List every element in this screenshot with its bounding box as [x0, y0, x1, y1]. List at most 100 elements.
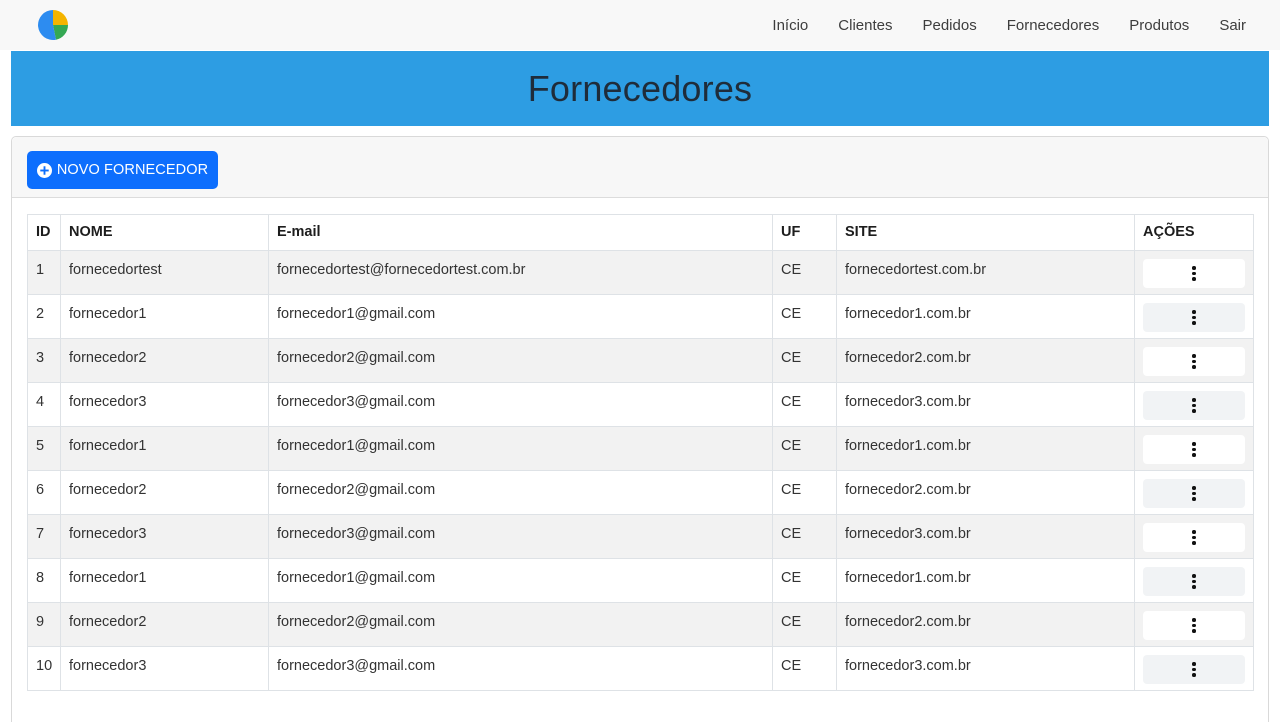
cell-id: 8 — [27, 558, 61, 603]
col-header-id[interactable]: ID — [27, 214, 61, 251]
nav-links: Início Clientes Pedidos Fornecedores Pro… — [772, 17, 1246, 34]
cell-actions — [1134, 426, 1254, 471]
row-actions-button[interactable] — [1143, 523, 1245, 552]
row-actions-button[interactable] — [1143, 655, 1245, 684]
cell-id: 7 — [27, 514, 61, 559]
cell-nome: fornecedor2 — [60, 338, 269, 383]
cell-actions — [1134, 294, 1254, 339]
card-header: NOVO FORNECEDOR — [12, 137, 1268, 198]
row-actions-button[interactable] — [1143, 391, 1245, 420]
cell-email: fornecedor1@gmail.com — [268, 426, 773, 471]
cell-email: fornecedor1@gmail.com — [268, 294, 773, 339]
cell-actions — [1134, 470, 1254, 515]
cell-id: 5 — [27, 426, 61, 471]
new-supplier-label: NOVO FORNECEDOR — [56, 162, 209, 178]
cell-actions — [1134, 558, 1254, 603]
cell-uf: CE — [772, 514, 837, 559]
cell-email: fornecedortest@fornecedortest.com.br — [268, 250, 773, 295]
table-row: 5 fornecedor1 fornecedor1@gmail.com CE f… — [27, 426, 1254, 471]
more-vertical-icon — [1192, 310, 1196, 325]
cell-uf: CE — [772, 338, 837, 383]
cell-id: 1 — [27, 250, 61, 295]
table-row: 9 fornecedor2 fornecedor2@gmail.com CE f… — [27, 602, 1254, 647]
table-row: 3 fornecedor2 fornecedor2@gmail.com CE f… — [27, 338, 1254, 383]
table-row: 2 fornecedor1 fornecedor1@gmail.com CE f… — [27, 294, 1254, 339]
cell-nome: fornecedortest — [60, 250, 269, 295]
cell-site: fornecedor2.com.br — [836, 338, 1135, 383]
cell-uf: CE — [772, 602, 837, 647]
col-header-site[interactable]: SITE — [836, 214, 1135, 251]
cell-email: fornecedor3@gmail.com — [268, 646, 773, 691]
cell-site: fornecedor1.com.br — [836, 426, 1135, 471]
row-actions-button[interactable] — [1143, 479, 1245, 508]
table-row: 7 fornecedor3 fornecedor3@gmail.com CE f… — [27, 514, 1254, 559]
cell-uf: CE — [772, 470, 837, 515]
cell-id: 6 — [27, 470, 61, 515]
table-row: 4 fornecedor3 fornecedor3@gmail.com CE f… — [27, 382, 1254, 427]
cell-actions — [1134, 338, 1254, 383]
cell-nome: fornecedor3 — [60, 646, 269, 691]
cell-actions — [1134, 250, 1254, 295]
row-actions-button[interactable] — [1143, 611, 1245, 640]
top-navbar: Início Clientes Pedidos Fornecedores Pro… — [0, 0, 1280, 50]
suppliers-table-wrap: ID NOME E-mail UF SITE AÇÕES 1 fornecedo… — [27, 214, 1254, 691]
cell-site: fornecedor3.com.br — [836, 646, 1135, 691]
cell-id: 2 — [27, 294, 61, 339]
cell-nome: fornecedor2 — [60, 602, 269, 647]
table-row: 10 fornecedor3 fornecedor3@gmail.com CE … — [27, 646, 1254, 691]
table-row: 8 fornecedor1 fornecedor1@gmail.com CE f… — [27, 558, 1254, 603]
cell-email: fornecedor3@gmail.com — [268, 382, 773, 427]
row-actions-button[interactable] — [1143, 347, 1245, 376]
more-vertical-icon — [1192, 662, 1196, 677]
table-row: 6 fornecedor2 fornecedor2@gmail.com CE f… — [27, 470, 1254, 515]
cell-site: fornecedor1.com.br — [836, 558, 1135, 603]
cell-nome: fornecedor1 — [60, 426, 269, 471]
cell-site: fornecedor3.com.br — [836, 514, 1135, 559]
col-header-acoes: AÇÕES — [1134, 214, 1254, 251]
cell-site: fornecedor2.com.br — [836, 470, 1135, 515]
more-vertical-icon — [1192, 618, 1196, 633]
cell-site: fornecedortest.com.br — [836, 250, 1135, 295]
cell-email: fornecedor2@gmail.com — [268, 338, 773, 383]
cell-actions — [1134, 514, 1254, 559]
cell-site: fornecedor2.com.br — [836, 602, 1135, 647]
cell-nome: fornecedor3 — [60, 514, 269, 559]
table-header-row: ID NOME E-mail UF SITE AÇÕES — [27, 214, 1254, 251]
row-actions-button[interactable] — [1143, 567, 1245, 596]
more-vertical-icon — [1192, 530, 1196, 545]
row-actions-button[interactable] — [1143, 303, 1245, 332]
row-actions-button[interactable] — [1143, 259, 1245, 288]
page-title: Fornecedores — [527, 67, 753, 109]
nav-link-inicio[interactable]: Início — [772, 17, 808, 34]
cell-uf: CE — [772, 250, 837, 295]
suppliers-card: NOVO FORNECEDOR ID NOME E-mail UF SITE A… — [11, 136, 1269, 722]
cell-actions — [1134, 646, 1254, 691]
pie-chart-logo-icon[interactable] — [36, 8, 70, 42]
cell-site: fornecedor3.com.br — [836, 382, 1135, 427]
page-banner: Fornecedores — [11, 51, 1269, 126]
cell-email: fornecedor1@gmail.com — [268, 558, 773, 603]
col-header-nome[interactable]: NOME — [60, 214, 269, 251]
cell-nome: fornecedor1 — [60, 294, 269, 339]
cell-email: fornecedor2@gmail.com — [268, 602, 773, 647]
cell-actions — [1134, 382, 1254, 427]
cell-uf: CE — [772, 426, 837, 471]
cell-actions — [1134, 602, 1254, 647]
nav-link-clientes[interactable]: Clientes — [838, 17, 892, 34]
cell-site: fornecedor1.com.br — [836, 294, 1135, 339]
col-header-email[interactable]: E-mail — [268, 214, 773, 251]
more-vertical-icon — [1192, 486, 1196, 501]
row-actions-button[interactable] — [1143, 435, 1245, 464]
suppliers-table: ID NOME E-mail UF SITE AÇÕES 1 fornecedo… — [27, 214, 1254, 691]
cell-nome: fornecedor3 — [60, 382, 269, 427]
new-supplier-button[interactable]: NOVO FORNECEDOR — [27, 151, 218, 189]
col-header-uf[interactable]: UF — [772, 214, 837, 251]
plus-circle-icon — [36, 162, 52, 178]
more-vertical-icon — [1192, 574, 1196, 589]
nav-link-produtos[interactable]: Produtos — [1129, 17, 1189, 34]
more-vertical-icon — [1192, 442, 1196, 457]
nav-link-fornecedores[interactable]: Fornecedores — [1007, 17, 1100, 34]
nav-link-sair[interactable]: Sair — [1219, 17, 1246, 34]
nav-link-pedidos[interactable]: Pedidos — [922, 17, 976, 34]
more-vertical-icon — [1192, 398, 1196, 413]
